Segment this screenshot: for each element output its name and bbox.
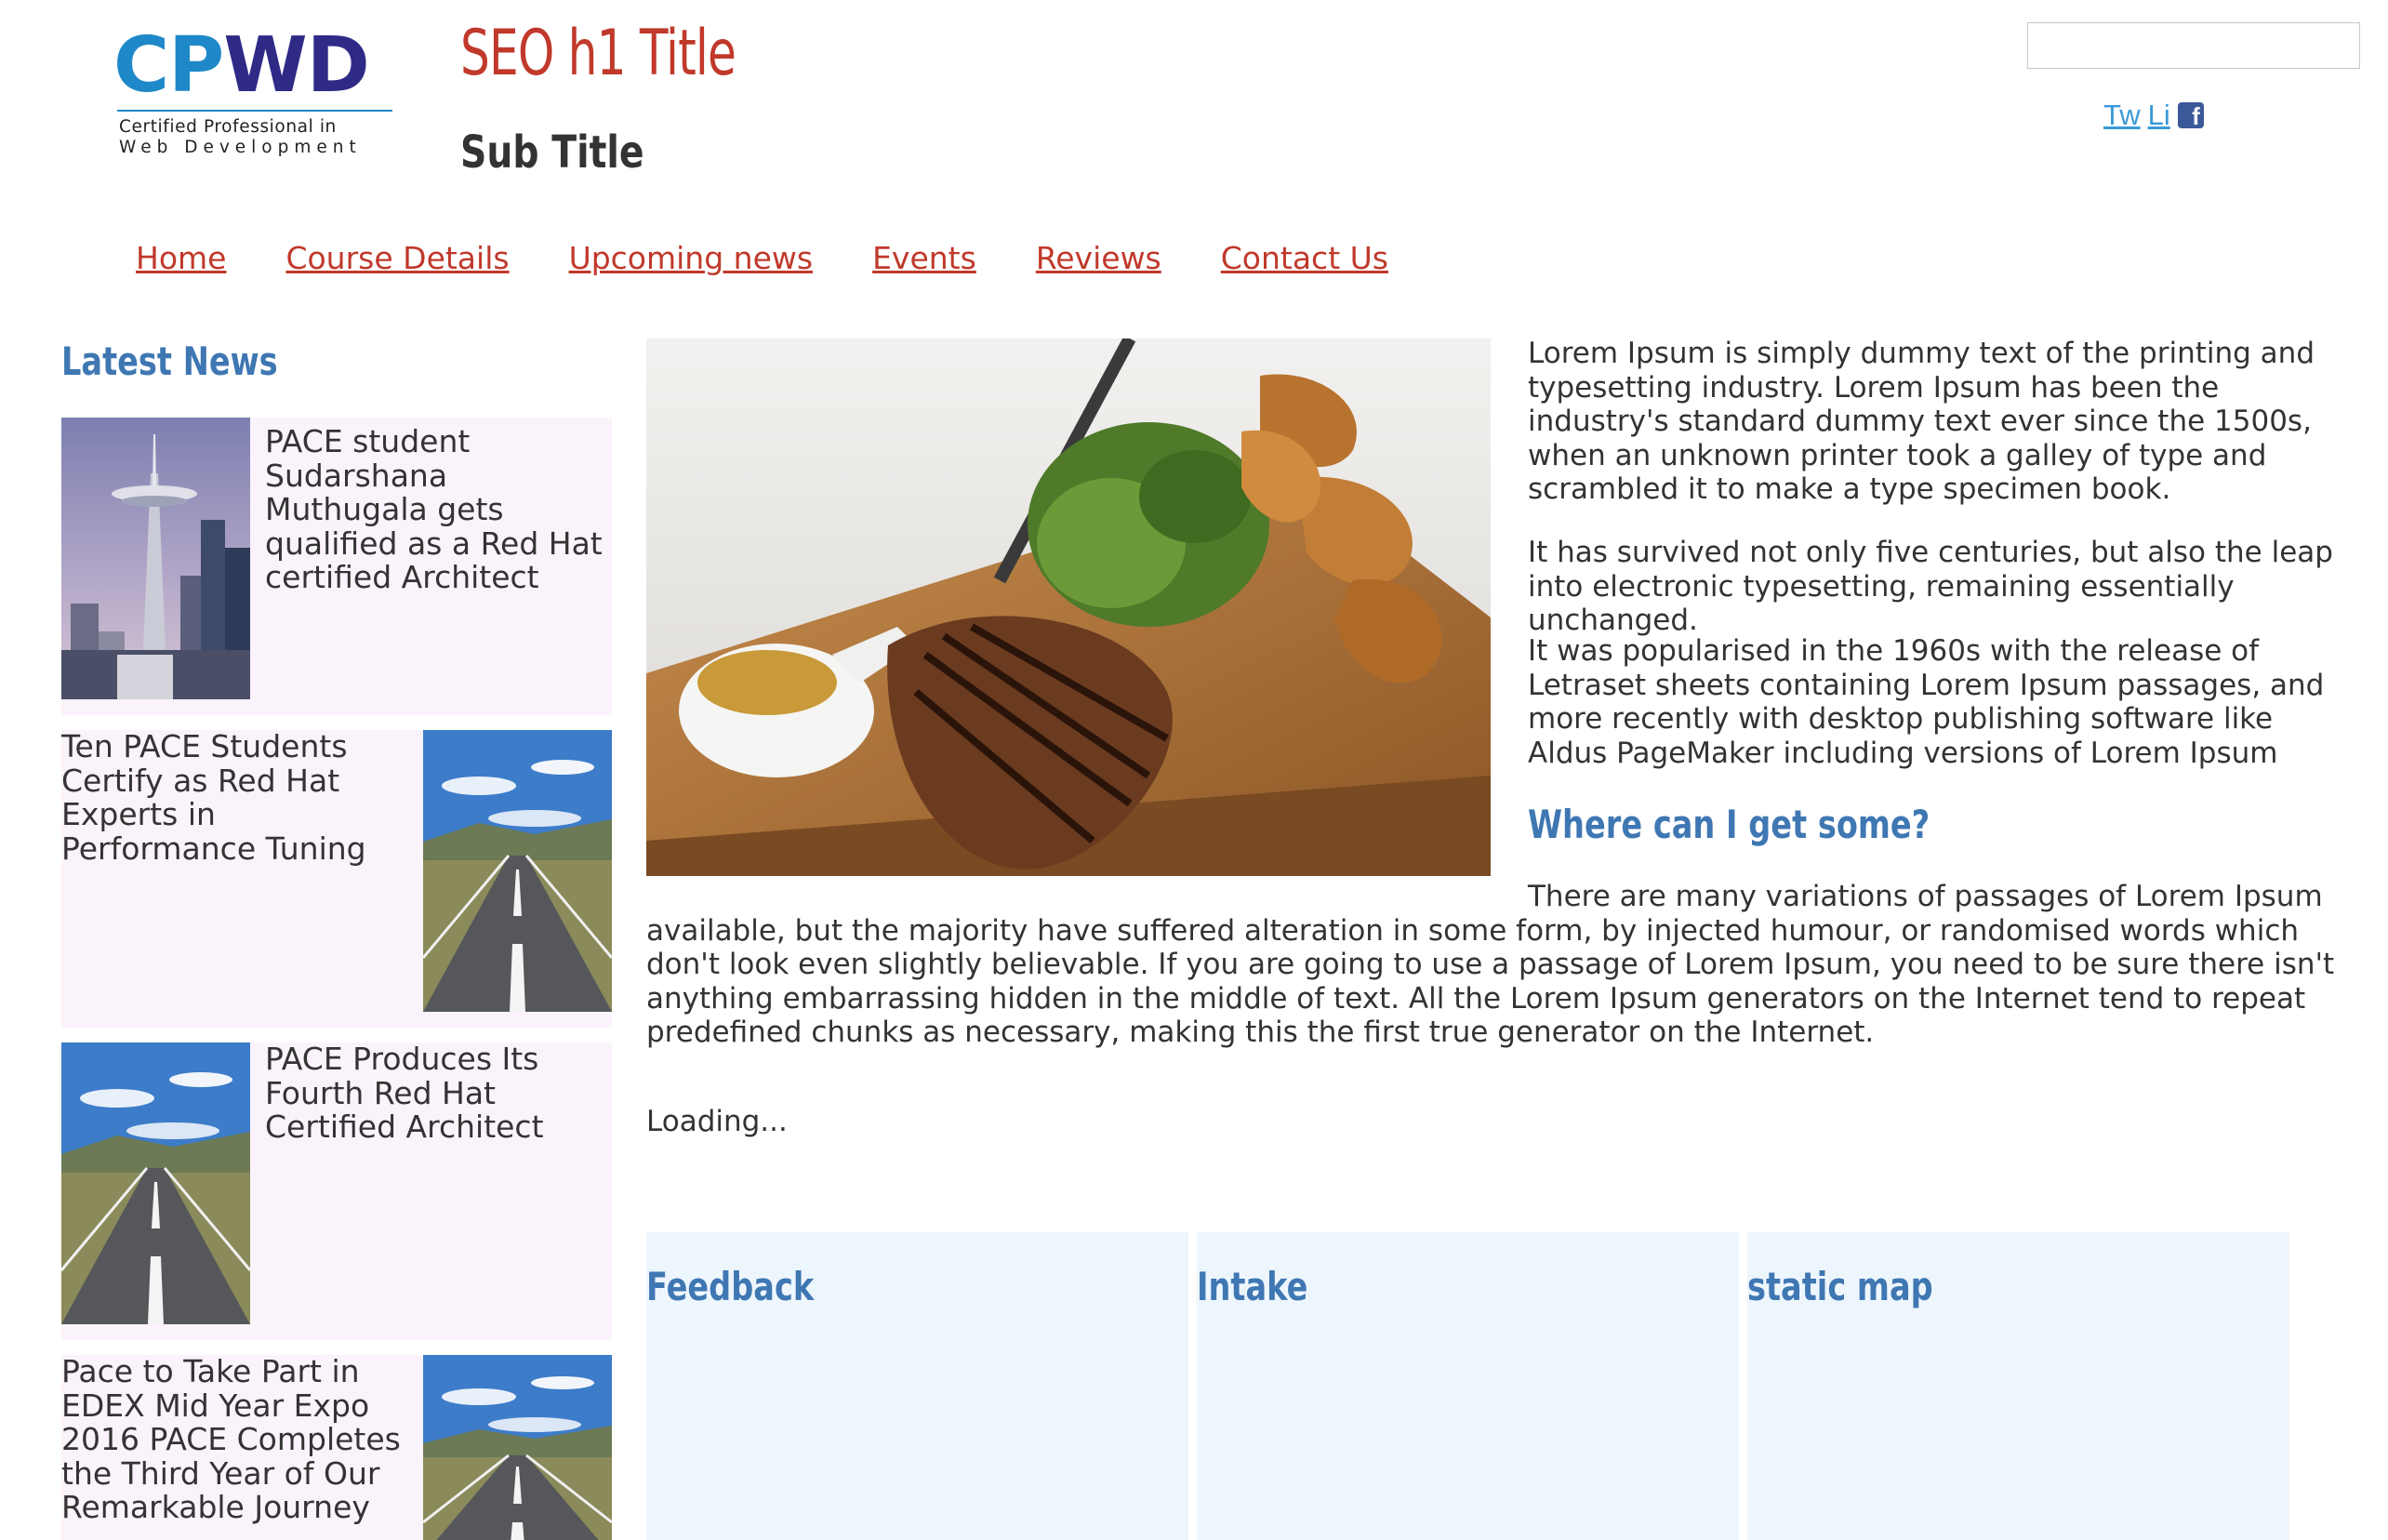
latest-news-heading: Latest News <box>61 339 278 384</box>
news-item-text[interactable]: Pace to Take Part in EDEX Mid Year Expo … <box>61 1354 415 1525</box>
nav-events[interactable]: Events <box>872 240 976 276</box>
news-item-text[interactable]: PACE student Sudarshana Muthugala gets q… <box>265 424 609 595</box>
page-subtitle: Sub Title <box>460 126 644 179</box>
logo-tagline: Certified Professional in Web Developmen… <box>119 117 362 157</box>
news-item[interactable]: PACE Produces Its Fourth Red Hat Certifi… <box>61 1042 612 1340</box>
body-paragraph: There are many variations of passages of… <box>646 880 2335 1049</box>
logo-wordmark: CPWD <box>113 21 370 110</box>
body-paragraph: It has survived not only five centuries,… <box>1528 536 2333 637</box>
body-paragraph: It was popularised in the 1960s with the… <box>1528 634 2325 770</box>
news-item[interactable]: Ten PACE Students Certify as Red Hat Exp… <box>61 729 612 1028</box>
cpwd-logo[interactable]: CPWD Certified Professional in Web Devel… <box>113 28 392 158</box>
facebook-icon[interactable]: f <box>2177 102 2204 130</box>
search-input[interactable] <box>2027 22 2360 69</box>
nav-upcoming-news[interactable]: Upcoming news <box>569 240 814 276</box>
panel-title: static map <box>1747 1264 1933 1309</box>
main-nav: Home Course Details Upcoming news Events… <box>136 240 1448 276</box>
news-item[interactable]: Pace to Take Part in EDEX Mid Year Expo … <box>61 1354 612 1540</box>
static-map-panel: static map <box>1747 1232 2289 1540</box>
body-paragraph: Lorem Ipsum is simply dummy text of the … <box>1528 337 2315 506</box>
road-photo[interactable] <box>423 1355 612 1540</box>
intake-panel: Intake <box>1197 1232 1739 1540</box>
nav-course-details[interactable]: Course Details <box>285 240 509 276</box>
social-links: Tw Li f <box>2103 99 2204 132</box>
page-title: SEO h1 Title <box>460 17 736 90</box>
panel-title: Feedback <box>646 1264 815 1309</box>
road-photo[interactable] <box>61 1042 250 1324</box>
loading-text: Loading... <box>646 1105 788 1138</box>
linkedin-link[interactable]: Li <box>2148 99 2170 132</box>
news-item[interactable]: PACE student Sudarshana Muthugala gets q… <box>61 418 612 715</box>
steak-dinner-photo <box>646 339 1491 876</box>
panel-title: Intake <box>1197 1264 1308 1309</box>
news-item-text[interactable]: Ten PACE Students Certify as Red Hat Exp… <box>61 729 415 866</box>
nav-contact-us[interactable]: Contact Us <box>1221 240 1388 276</box>
feedback-panel: Feedback <box>646 1232 1188 1540</box>
space-needle-photo[interactable] <box>61 418 250 699</box>
road-photo[interactable] <box>423 730 612 1012</box>
news-item-text[interactable]: PACE Produces Its Fourth Red Hat Certifi… <box>265 1042 612 1145</box>
nav-home[interactable]: Home <box>136 240 226 276</box>
logo-divider <box>117 110 392 112</box>
nav-reviews[interactable]: Reviews <box>1036 240 1161 276</box>
where-heading: Where can I get some? <box>1528 802 1930 847</box>
twitter-link[interactable]: Tw <box>2103 99 2141 132</box>
